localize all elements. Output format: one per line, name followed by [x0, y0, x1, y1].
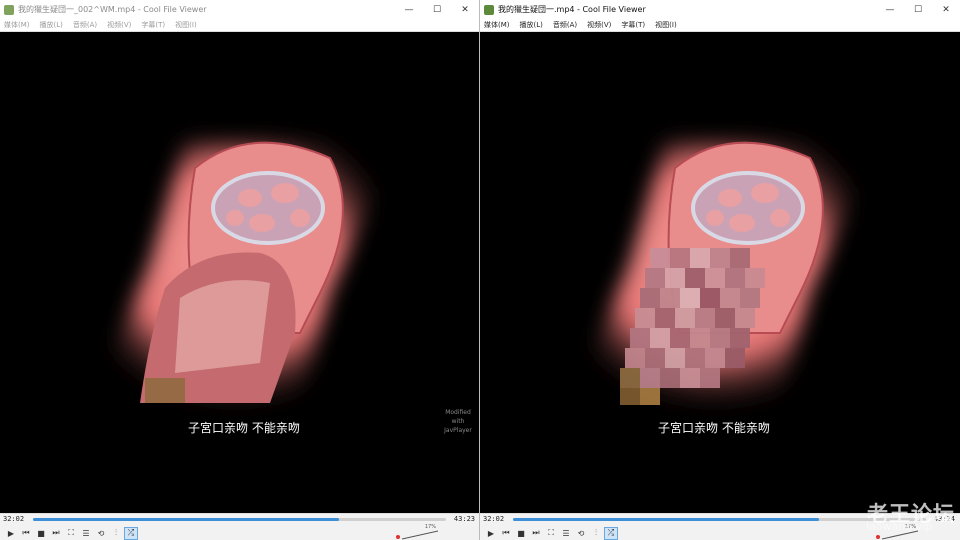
close-button[interactable]: ✕: [932, 0, 960, 19]
menu-media[interactable]: 媒体(M): [484, 20, 510, 30]
title-bar[interactable]: 我的獵生疑団一_002^WM.mp4 - Cool File Viewer — …: [0, 0, 479, 19]
menu-view[interactable]: 视图(I): [655, 20, 677, 30]
loop-icon[interactable]: ⟲: [574, 527, 588, 540]
shuffle-icon[interactable]: ⤮: [124, 526, 138, 540]
playback-buttons: ▶ ⏮ ■ ⏭ ⛶ ☰ ⟲ ⫶ ⤮: [484, 526, 619, 540]
seek-bar[interactable]: [33, 518, 446, 521]
title-bar[interactable]: 我的獵生疑団一.mp4 - Cool File Viewer — ☐ ✕: [480, 0, 960, 19]
video-frame: [90, 141, 380, 405]
prev-icon[interactable]: ⏮: [19, 527, 33, 540]
current-time: 32:02: [483, 515, 505, 523]
volume-label: 17%: [424, 524, 436, 530]
play-icon[interactable]: ▶: [4, 527, 18, 540]
prev-icon[interactable]: ⏮: [499, 527, 513, 540]
window-controls: — ☐ ✕: [876, 0, 960, 19]
menu-subtitle[interactable]: 字幕(T): [141, 20, 165, 30]
volume-slider[interactable]: 17%: [394, 524, 440, 540]
seek-bar[interactable]: [513, 518, 926, 521]
menu-play[interactable]: 播放(L): [520, 20, 543, 30]
app-icon: [4, 4, 14, 15]
window-controls: — ☐ ✕: [395, 0, 479, 19]
maximize-button[interactable]: ☐: [423, 0, 451, 19]
loop-icon[interactable]: ⟲: [94, 527, 108, 540]
minimize-button[interactable]: —: [395, 0, 423, 19]
total-time: 43:23: [453, 515, 475, 523]
subtitle-text: 子宮口亲吻 不能亲吻: [658, 421, 770, 435]
app-icon: [484, 4, 494, 15]
fullscreen-icon[interactable]: ⛶: [64, 527, 78, 540]
stop-icon[interactable]: ■: [514, 527, 528, 540]
seek-progress: [33, 518, 339, 521]
playlist-icon[interactable]: ☰: [559, 527, 573, 540]
menu-video[interactable]: 视频(V): [587, 20, 611, 30]
video-area[interactable]: 子宮口亲吻 不能亲吻: [480, 33, 960, 513]
next-icon[interactable]: ⏭: [529, 527, 543, 540]
menu-view[interactable]: 视图(I): [175, 20, 197, 30]
menu-bar: 媒体(M) 播放(L) 音频(A) 视频(V) 字幕(T) 视图(I): [0, 19, 479, 32]
next-icon[interactable]: ⏭: [49, 527, 63, 540]
seek-progress: [513, 518, 819, 521]
menu-video[interactable]: 视频(V): [107, 20, 131, 30]
fullscreen-icon[interactable]: ⛶: [544, 527, 558, 540]
settings-icon[interactable]: ⫶: [589, 527, 603, 540]
player-window-left: 我的獵生疑団一_002^WM.mp4 - Cool File Viewer — …: [0, 0, 480, 540]
player-window-right: 我的獵生疑団一.mp4 - Cool File Viewer — ☐ ✕ 媒体(…: [480, 0, 960, 540]
minimize-button[interactable]: —: [876, 0, 904, 19]
menu-audio[interactable]: 音频(A): [553, 20, 577, 30]
video-frame: [570, 141, 860, 405]
current-time: 32:02: [3, 515, 25, 523]
shuffle-icon[interactable]: ⤮: [604, 526, 618, 540]
playback-buttons: ▶ ⏮ ■ ⏭ ⛶ ☰ ⟲ ⫶ ⤮: [4, 526, 139, 540]
control-bar: 32:02 43:23 ▶ ⏮ ■ ⏭ ⛶ ☰ ⟲ ⫶ ⤮ 17%: [0, 513, 479, 540]
window-title: 我的獵生疑団一_002^WM.mp4 - Cool File Viewer: [18, 5, 207, 14]
player-watermark: Modified with JavPlayer: [444, 409, 472, 434]
menu-audio[interactable]: 音频(A): [73, 20, 97, 30]
playlist-icon[interactable]: ☰: [79, 527, 93, 540]
maximize-button[interactable]: ☐: [904, 0, 932, 19]
video-area[interactable]: 子宮口亲吻 不能亲吻 Modified with JavPlayer: [0, 33, 479, 513]
window-title: 我的獵生疑団一.mp4 - Cool File Viewer: [498, 5, 646, 14]
play-icon[interactable]: ▶: [484, 527, 498, 540]
close-button[interactable]: ✕: [451, 0, 479, 19]
menu-bar: 媒体(M) 播放(L) 音频(A) 视频(V) 字幕(T) 视图(I): [480, 19, 960, 32]
subtitle-text: 子宮口亲吻 不能亲吻: [188, 421, 300, 435]
site-watermark-url: laowang.vip: [866, 520, 933, 533]
stop-icon[interactable]: ■: [34, 527, 48, 540]
menu-play[interactable]: 播放(L): [40, 20, 63, 30]
menu-subtitle[interactable]: 字幕(T): [621, 20, 645, 30]
menu-media[interactable]: 媒体(M): [4, 20, 30, 30]
settings-icon[interactable]: ⫶: [109, 527, 123, 540]
